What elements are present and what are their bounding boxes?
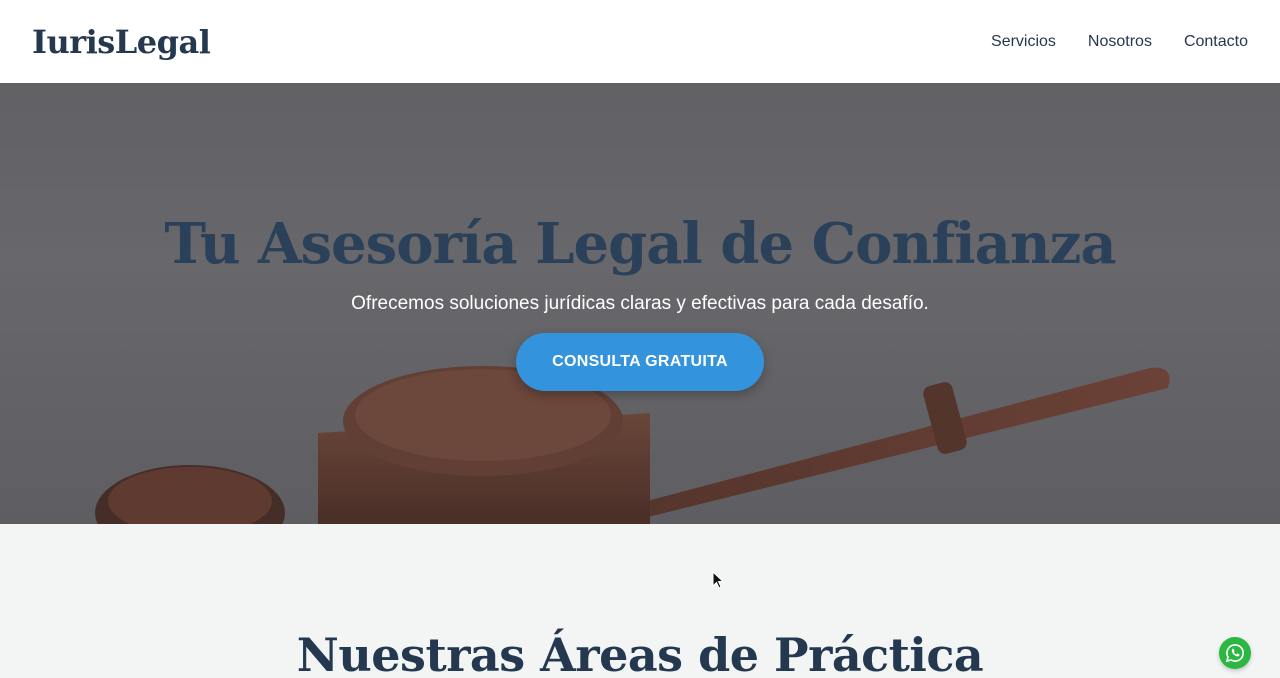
main-nav: Servicios Nosotros Contacto: [991, 33, 1248, 51]
whatsapp-button[interactable]: [1219, 637, 1251, 669]
nav-link-servicios[interactable]: Servicios: [991, 33, 1056, 51]
hero-section: Tu Asesoría Legal de Confianza Ofrecemos…: [0, 83, 1280, 524]
whatsapp-icon: [1225, 644, 1244, 663]
mouse-cursor-icon: [712, 571, 724, 589]
site-header: IurisLegal Servicios Nosotros Contacto: [0, 0, 1280, 83]
practice-areas-title: Nuestras Áreas de Práctica: [296, 628, 984, 678]
hero-subtitle: Ofrecemos soluciones jurídicas claras y …: [351, 293, 929, 314]
hero-content: Tu Asesoría Legal de Confianza Ofrecemos…: [0, 83, 1280, 524]
nav-link-nosotros[interactable]: Nosotros: [1088, 33, 1152, 51]
nav-link-contacto[interactable]: Contacto: [1184, 33, 1248, 51]
hero-title: Tu Asesoría Legal de Confianza: [164, 211, 1116, 277]
site-logo[interactable]: IurisLegal: [32, 23, 211, 61]
free-consultation-button[interactable]: CONSULTA GRATUITA: [516, 333, 764, 391]
